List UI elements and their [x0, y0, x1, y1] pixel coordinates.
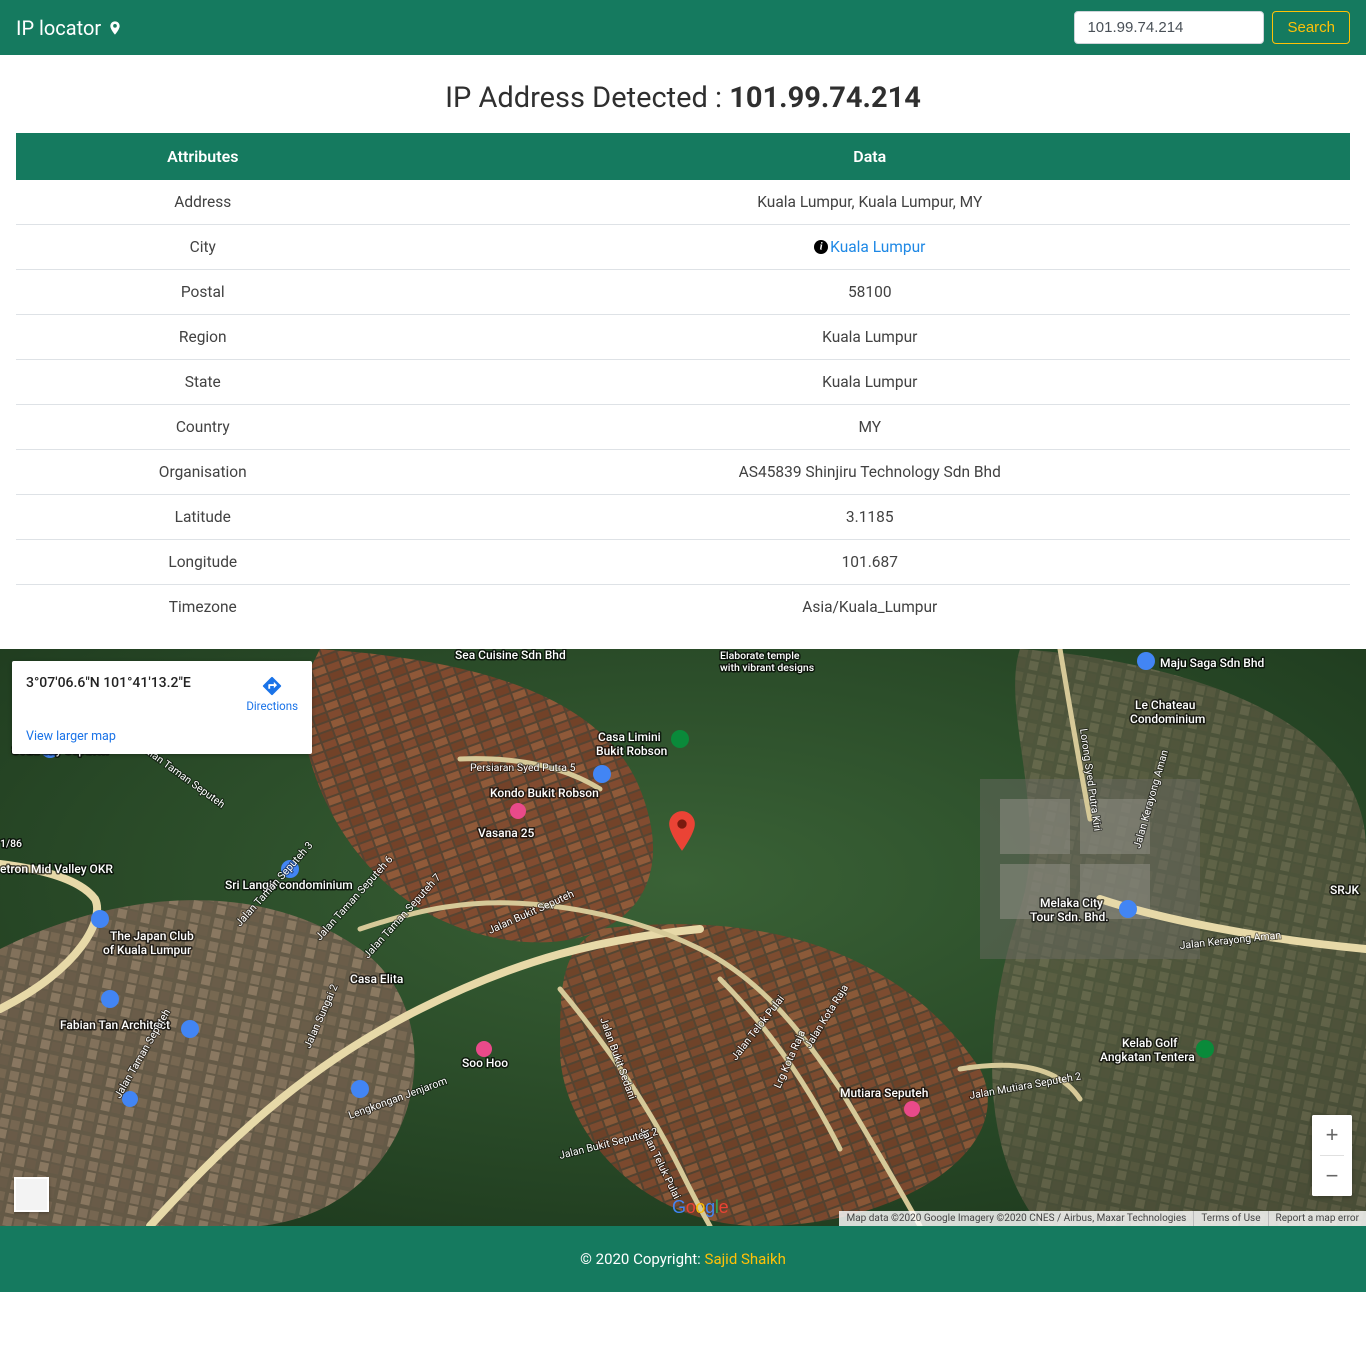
- navbar: IP locator Search: [0, 0, 1366, 55]
- map-attribution: Map data ©2020 Google Imagery ©2020 CNES…: [839, 1211, 1366, 1226]
- data-cell: 58100: [390, 270, 1350, 315]
- pin-icon: [668, 811, 696, 851]
- svg-text:SRJK: SRJK: [1330, 883, 1359, 897]
- svg-text:Kelab Golf: Kelab Golf: [1122, 1036, 1178, 1050]
- copyright-text: © 2020 Copyright:: [580, 1250, 704, 1268]
- svg-text:etron Mid Valley OKR: etron Mid Valley OKR: [0, 862, 113, 876]
- svg-text:Melaka City: Melaka City: [1040, 896, 1103, 910]
- data-cell: AS45839 Shinjiru Technology Sdn Bhd: [390, 450, 1350, 495]
- data-cell: Kuala Lumpur: [390, 360, 1350, 405]
- attr-cell: Latitude: [16, 495, 390, 540]
- report-error-link[interactable]: Report a map error: [1276, 1213, 1359, 1224]
- page-title: IP Address Detected : 101.99.74.214: [0, 55, 1366, 133]
- attr-cell: Country: [16, 405, 390, 450]
- attr-cell: Address: [16, 180, 390, 225]
- info-icon: [814, 240, 828, 254]
- table-row: RegionKuala Lumpur: [16, 315, 1350, 360]
- map-pin: [668, 811, 696, 855]
- map-coords: 3°07'06.6"N 101°41'13.2"E: [26, 675, 191, 691]
- table-row: Postal58100: [16, 270, 1350, 315]
- map-info-card: 3°07'06.6"N 101°41'13.2"E Directions Vie…: [12, 661, 312, 754]
- directions-label: Directions: [246, 699, 298, 713]
- svg-text:Kondo Bukit Robson: Kondo Bukit Robson: [490, 786, 599, 800]
- location-icon: [107, 20, 123, 36]
- table-container: Attributes Data AddressKuala Lumpur, Kua…: [0, 133, 1366, 649]
- table-row: Longitude101.687: [16, 540, 1350, 585]
- svg-text:of Kuala Lumpur: of Kuala Lumpur: [103, 943, 192, 957]
- svg-text:with vibrant designs: with vibrant designs: [720, 661, 814, 674]
- table-row: Latitude3.1185: [16, 495, 1350, 540]
- attr-cell: Organisation: [16, 450, 390, 495]
- search-button[interactable]: Search: [1272, 11, 1350, 44]
- th-data: Data: [390, 133, 1350, 180]
- brand-text: IP locator: [16, 16, 101, 40]
- svg-text:Bukit Robson: Bukit Robson: [596, 744, 667, 758]
- directions-button[interactable]: Directions: [246, 675, 298, 713]
- data-cell: MY: [390, 405, 1350, 450]
- attr-cell: Timezone: [16, 585, 390, 630]
- svg-text:The Japan Club: The Japan Club: [110, 929, 194, 943]
- svg-text:Sea Cuisine Sdn Bhd: Sea Cuisine Sdn Bhd: [455, 649, 566, 662]
- data-cell: Kuala Lumpur: [390, 315, 1350, 360]
- google-logo: Google: [672, 1197, 728, 1218]
- table-row: City Kuala Lumpur: [16, 225, 1350, 270]
- svg-text:1/86: 1/86: [0, 837, 22, 850]
- svg-text:Angkatan Tentera: Angkatan Tentera: [1100, 1050, 1195, 1064]
- nav-right: Search: [1074, 11, 1350, 44]
- page-footer: © 2020 Copyright: Sajid Shaikh: [0, 1226, 1366, 1292]
- zoom-in-button[interactable]: +: [1312, 1115, 1352, 1155]
- terms-link[interactable]: Terms of Use: [1201, 1213, 1260, 1224]
- heading-ip: 101.99.74.214: [729, 81, 921, 115]
- svg-text:Condominium: Condominium: [1130, 712, 1205, 726]
- table-row: OrganisationAS45839 Shinjiru Technology …: [16, 450, 1350, 495]
- attr-cell: City: [16, 225, 390, 270]
- attr-cell: State: [16, 360, 390, 405]
- view-larger-map-link[interactable]: View larger map: [26, 729, 298, 744]
- brand: IP locator: [16, 16, 123, 40]
- table-row: AddressKuala Lumpur, Kuala Lumpur, MY: [16, 180, 1350, 225]
- table-row: TimezoneAsia/Kuala_Lumpur: [16, 585, 1350, 630]
- attr-cell: Postal: [16, 270, 390, 315]
- ip-table: Attributes Data AddressKuala Lumpur, Kua…: [16, 133, 1350, 629]
- svg-text:Casa Limini: Casa Limini: [598, 730, 661, 744]
- map-layer-toggle[interactable]: [14, 1177, 49, 1212]
- ip-input[interactable]: [1074, 11, 1264, 44]
- zoom-controls: + −: [1312, 1115, 1352, 1196]
- svg-text:Vasana 25: Vasana 25: [478, 826, 535, 840]
- table-row: StateKuala Lumpur: [16, 360, 1350, 405]
- map[interactable]: Sea Cuisine Sdn Bhd Elaborate temple wit…: [0, 649, 1366, 1226]
- svg-text:Mutiara Seputeh: Mutiara Seputeh: [840, 1086, 928, 1100]
- attr-cell: Region: [16, 315, 390, 360]
- th-attr: Attributes: [16, 133, 390, 180]
- data-cell: Asia/Kuala_Lumpur: [390, 585, 1350, 630]
- heading-prefix: IP Address Detected :: [445, 81, 729, 115]
- svg-text:Soo Hoo: Soo Hoo: [462, 1056, 508, 1070]
- map-data-text: Map data ©2020 Google Imagery ©2020 CNES…: [839, 1211, 1193, 1226]
- svg-text:Tour Sdn. Bhd.: Tour Sdn. Bhd.: [1030, 910, 1109, 924]
- data-cell: Kuala Lumpur: [390, 225, 1350, 270]
- svg-text:Sri Langit condominium: Sri Langit condominium: [225, 878, 353, 892]
- table-row: CountryMY: [16, 405, 1350, 450]
- svg-text:Casa Elita: Casa Elita: [350, 972, 403, 986]
- svg-text:Persiaran Syed Putra 5: Persiaran Syed Putra 5: [470, 761, 576, 774]
- directions-icon: [261, 675, 283, 697]
- data-cell: 101.687: [390, 540, 1350, 585]
- attr-cell: Longitude: [16, 540, 390, 585]
- svg-text:Maju Saga Sdn Bhd: Maju Saga Sdn Bhd: [1160, 656, 1265, 670]
- city-link[interactable]: Kuala Lumpur: [830, 238, 925, 256]
- data-cell: Kuala Lumpur, Kuala Lumpur, MY: [390, 180, 1350, 225]
- author-link[interactable]: Sajid Shaikh: [705, 1250, 786, 1268]
- svg-text:Le Chateau: Le Chateau: [1135, 698, 1195, 712]
- zoom-out-button[interactable]: −: [1312, 1156, 1352, 1196]
- data-cell: 3.1185: [390, 495, 1350, 540]
